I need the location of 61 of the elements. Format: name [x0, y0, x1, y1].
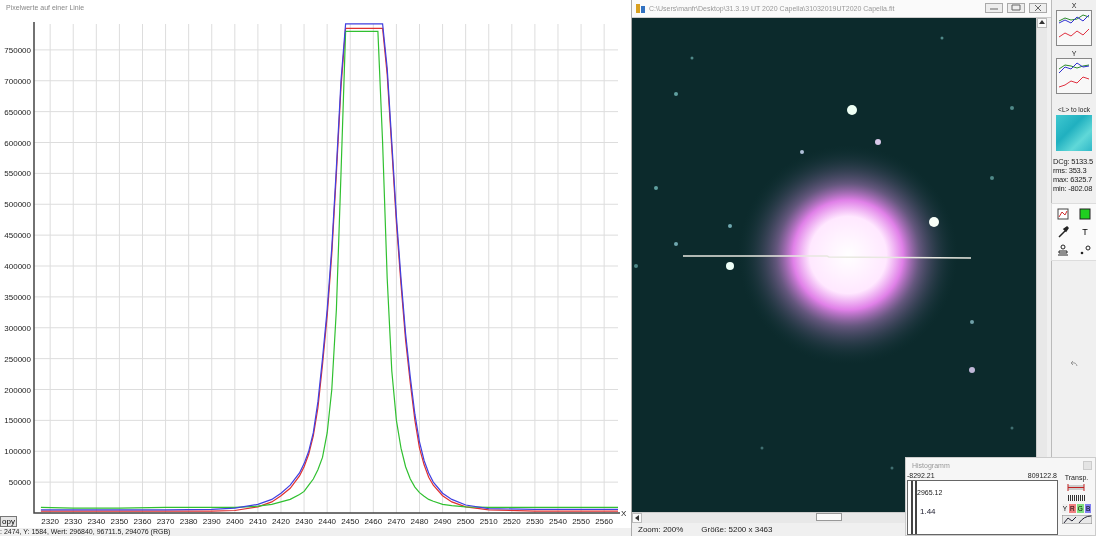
noise-preview-thumbnail	[1056, 115, 1092, 151]
x-tick-label: 2440	[318, 517, 337, 526]
x-tick-label: 2560	[595, 517, 614, 526]
x-tick-label: 2470	[387, 517, 406, 526]
y-tick-label: 250000	[4, 354, 31, 364]
x-tick-label: 2520	[502, 517, 521, 526]
x-tick-label: 2380	[179, 517, 198, 526]
x-tick-label: 2490	[433, 517, 452, 526]
y-tick-label: 750000	[4, 45, 31, 55]
gradient-bar-icon[interactable]	[1065, 494, 1088, 502]
y-tick-label: 400000	[4, 262, 31, 271]
x-tick-label: 2550	[572, 517, 590, 526]
x-tick-label: 2460	[364, 517, 383, 526]
y-tick-label: 100000	[4, 447, 31, 457]
y-tick-label: 600000	[4, 138, 31, 148]
side-value: 1.44	[920, 507, 936, 516]
image-size-status: Größe: 5200 x 3463	[701, 524, 773, 534]
points-icon[interactable]	[1079, 244, 1091, 256]
y-tick-label: 200000	[4, 385, 31, 395]
scroll-up-icon[interactable]	[1039, 20, 1045, 26]
y-tick-label: 150000	[4, 416, 31, 426]
profile-line[interactable]	[682, 254, 972, 259]
x-tick-label: 2450	[341, 517, 360, 526]
x-tick-label: 2350	[110, 517, 129, 526]
x-tick-label: 2480	[410, 517, 429, 526]
x-tick-label: 2510	[479, 517, 498, 526]
x-tick-label: 2430	[295, 517, 313, 526]
y-tick-label: 500000	[4, 200, 31, 210]
app-icon	[636, 3, 645, 13]
range-icon[interactable]	[1065, 483, 1088, 492]
text-tool-button[interactable]: T	[1077, 225, 1093, 239]
y-tick-label: 300000	[4, 323, 31, 333]
stamp-icon[interactable]	[1057, 244, 1069, 256]
pipette-icon[interactable]	[1057, 226, 1069, 238]
x-tick-label: 2420	[272, 517, 290, 526]
y-tick-label: 550000	[4, 169, 31, 179]
x-tick-label: 2340	[87, 517, 106, 526]
y-tick-label: 50000	[8, 478, 31, 488]
x-tick-label: 2390	[202, 517, 221, 526]
x-tick-label: 2330	[64, 517, 83, 526]
x-tick-label: 2410	[249, 517, 267, 526]
y-tick-label: 350000	[4, 292, 31, 302]
x-tick-label: 2540	[549, 517, 567, 526]
x-tick-label: 2530	[526, 517, 544, 526]
y-tick-label: 450000	[4, 231, 31, 241]
y-tick-label: 650000	[4, 107, 31, 117]
x-tick-label: 2370	[156, 517, 175, 526]
x-tick-label: 2500	[456, 517, 475, 526]
scroll-left-icon[interactable]	[634, 514, 640, 521]
x-tick-label: 2400	[225, 517, 244, 526]
y-tick-label: 700000	[4, 76, 31, 86]
x-tick-label: 2320	[41, 517, 60, 526]
x-axis-label: X	[621, 509, 626, 518]
copy-button[interactable]: opy	[0, 516, 17, 527]
chart-icon[interactable]	[1057, 208, 1069, 220]
square-icon[interactable]	[1079, 208, 1091, 220]
x-tick-label: 2360	[133, 517, 152, 526]
curve-icon[interactable]	[1061, 515, 1092, 524]
close-button[interactable]	[1029, 3, 1047, 14]
zoom-status: Zoom: 200%	[638, 524, 684, 534]
scrollbar-thumb[interactable]	[816, 512, 842, 521]
